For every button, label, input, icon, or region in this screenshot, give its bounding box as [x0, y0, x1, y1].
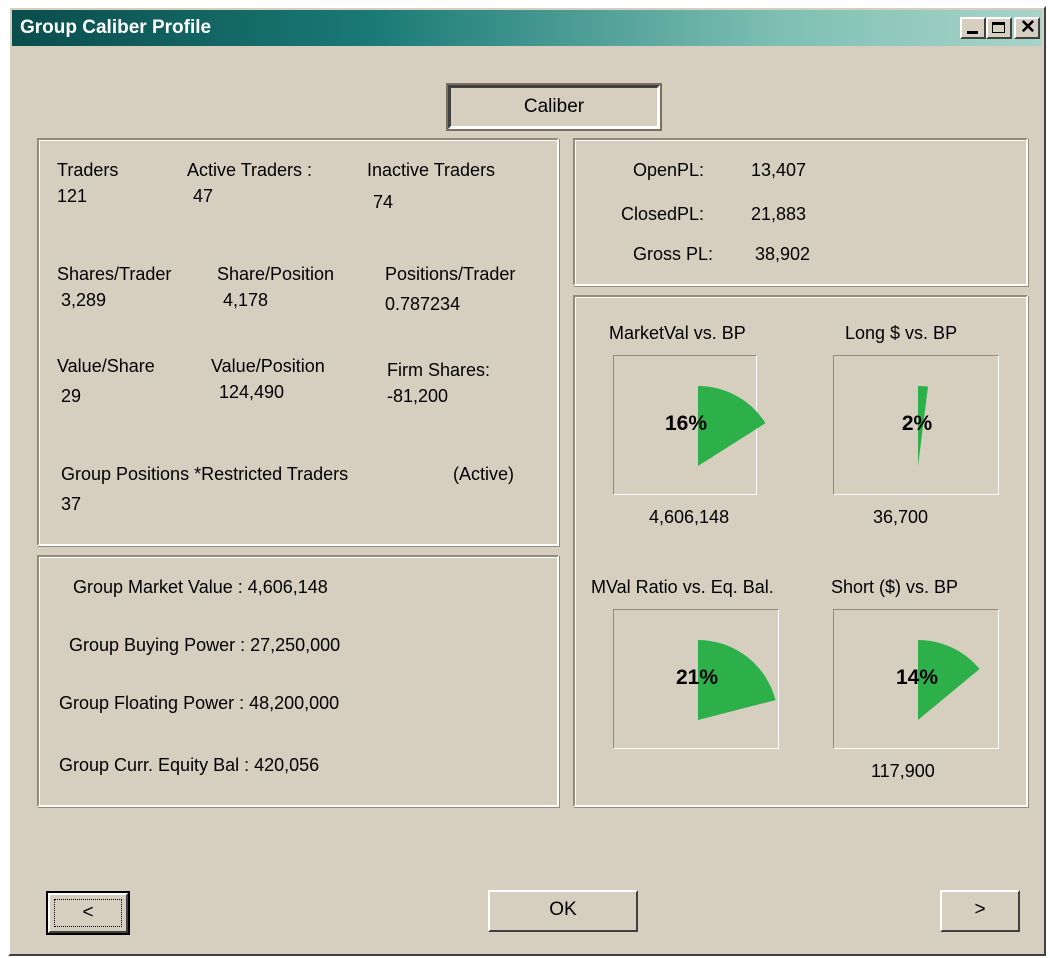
maximize-icon	[992, 22, 1005, 33]
group-floating-power: Group Floating Power : 48,200,000	[59, 693, 340, 713]
group-positions-value: 37	[61, 494, 82, 514]
title-bar[interactable]: Group Caliber Profile ✕	[12, 10, 1042, 46]
gauges-panel: MarketVal vs. BP 16% 4,606,148 Long $ vs…	[573, 295, 1028, 807]
group-equity-balance: Group Curr. Equity Bal : 420,056	[59, 755, 320, 775]
gross-pl-label: Gross PL:	[633, 244, 714, 264]
closed-pl-value: 21,883	[751, 204, 807, 224]
gauge-percent: 14%	[895, 666, 939, 689]
active-tag: (Active)	[453, 464, 515, 484]
firm-shares-label: Firm Shares:	[387, 360, 491, 380]
active-traders-value: 47	[193, 186, 214, 206]
previous-button[interactable]: <	[46, 891, 130, 935]
ok-button[interactable]: OK	[488, 890, 638, 932]
share-per-position-label: Share/Position	[217, 264, 335, 284]
gauge-value: 117,900	[871, 761, 935, 781]
open-pl-label: OpenPL:	[633, 160, 705, 180]
gauge-box: 21%	[613, 609, 779, 749]
window-title: Group Caliber Profile	[20, 17, 212, 38]
value-per-share-value: 29	[61, 386, 82, 406]
caliber-button[interactable]: Caliber	[446, 83, 662, 131]
shares-per-trader-label: Shares/Trader	[57, 264, 172, 284]
trader-stats-panel: Traders 121 Active Traders : 47 Inactive…	[37, 138, 559, 546]
gauge-title: MarketVal vs. BP	[609, 323, 746, 343]
active-traders-label: Active Traders :	[187, 160, 313, 180]
firm-shares-value: -81,200	[387, 386, 449, 406]
gauge-percent: 16%	[664, 412, 708, 435]
gauge-title: Short ($) vs. BP	[831, 577, 959, 597]
gauge-box: 2%	[833, 355, 999, 495]
group-values-panel: Group Market Value : 4,606,148 Group Buy…	[37, 555, 559, 807]
value-per-share-label: Value/Share	[57, 356, 155, 376]
close-button[interactable]: ✕	[1014, 17, 1040, 39]
closed-pl-label: ClosedPL:	[621, 204, 705, 224]
gauge-value: 36,700	[873, 507, 929, 527]
positions-per-trader-value: 0.787234	[385, 294, 461, 314]
dialog-window: Group Caliber Profile ✕ Caliber Traders …	[8, 6, 1046, 956]
gross-pl-value: 38,902	[755, 244, 811, 264]
share-per-position-value: 4,178	[223, 290, 269, 310]
traders-label: Traders	[57, 160, 119, 180]
traders-value: 121	[57, 186, 88, 206]
open-pl-value: 13,407	[751, 160, 807, 180]
minimize-button[interactable]	[960, 17, 986, 39]
gauge-percent: 21%	[675, 666, 719, 689]
gauge-box: 16%	[613, 355, 766, 495]
gauge-box: 14%	[833, 609, 999, 749]
value-per-position-value: 124,490	[219, 382, 285, 402]
gauge-title: MVal Ratio vs. Eq. Bal.	[591, 577, 774, 597]
shares-per-trader-value: 3,289	[61, 290, 107, 310]
gauge-title: Long $ vs. BP	[845, 323, 958, 343]
value-per-position-label: Value/Position	[211, 356, 325, 376]
inactive-traders-label: Inactive Traders	[367, 160, 496, 180]
gauge-percent: 2%	[901, 412, 933, 435]
previous-button-label: <	[54, 899, 122, 927]
maximize-button[interactable]	[986, 17, 1012, 39]
group-buying-power: Group Buying Power : 27,250,000	[69, 635, 341, 655]
pl-panel: OpenPL: 13,407 ClosedPL: 21,883 Gross PL…	[573, 138, 1028, 286]
close-icon: ✕	[1020, 17, 1036, 38]
group-market-value: Group Market Value : 4,606,148	[73, 577, 328, 597]
positions-per-trader-label: Positions/Trader	[385, 264, 516, 284]
gauge-value: 4,606,148	[649, 507, 730, 527]
next-button[interactable]: >	[940, 890, 1020, 932]
group-positions-label: Group Positions *Restricted Traders	[61, 464, 349, 484]
inactive-traders-value: 74	[373, 192, 394, 212]
minimize-icon	[967, 31, 978, 34]
